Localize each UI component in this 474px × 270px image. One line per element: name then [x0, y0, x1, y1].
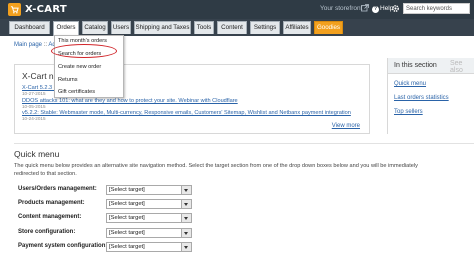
tab-catalog[interactable]: Catalog — [82, 21, 108, 34]
tab-affiliates[interactable]: Affiliates — [283, 21, 311, 34]
news-link[interactable]: v5.2.2: Stable: Webmaster mode, Multi-cu… — [22, 110, 351, 116]
breadcrumb-separator: :: — [43, 42, 48, 48]
quick-menu-label: Users/Orders management: — [18, 186, 97, 192]
chevron-down-icon — [181, 229, 191, 237]
products-select[interactable]: [Select target] — [106, 199, 192, 209]
highlight-circle — [51, 44, 117, 58]
menu-item-returns[interactable]: Returns — [58, 77, 78, 83]
sidebar-link-quick-menu[interactable]: Quick menu — [394, 81, 426, 87]
select-value: [Select target] — [109, 230, 145, 236]
tab-settings[interactable]: Settings — [250, 21, 280, 34]
tab-tools[interactable]: Tools — [194, 21, 214, 34]
breadcrumb: Main page :: Ad — [14, 42, 56, 48]
storefront-link[interactable]: Your storefront — [320, 5, 362, 12]
tab-goodies[interactable]: Goodies — [314, 21, 343, 34]
news-link[interactable]: DDOS attacks 101: what are they and how … — [22, 98, 238, 104]
tab-users[interactable]: Users — [111, 21, 131, 34]
tab-content[interactable]: Content — [217, 21, 247, 34]
news-item: v5.2.2: Stable: Webmaster mode, Multi-cu… — [22, 110, 351, 121]
users-orders-select[interactable]: [Select target] — [106, 185, 192, 195]
divider — [14, 143, 474, 144]
news-date: 10-05-2015 — [22, 104, 46, 109]
chevron-down-icon — [181, 214, 191, 222]
chevron-down-icon — [181, 186, 191, 194]
quick-menu-label: Store configuration: — [18, 229, 76, 235]
chevron-down-icon — [181, 200, 191, 208]
logo-text: X-CART — [25, 4, 67, 15]
news-date: 10-24-2015 — [22, 116, 46, 121]
tab-shipping-taxes[interactable]: Shipping and Taxes — [134, 21, 191, 34]
select-value: [Select target] — [109, 187, 145, 193]
view-more-link[interactable]: View more — [332, 123, 360, 129]
store-configuration-select[interactable]: [Select target] — [106, 228, 192, 238]
quick-menu-title: Quick menu — [14, 149, 60, 159]
in-this-section-panel: In this section See also Quick menu Last… — [387, 58, 474, 134]
quick-menu-description: The quick menu below provides an alterna… — [14, 163, 418, 177]
gear-icon[interactable] — [391, 4, 400, 15]
select-value: [Select target] — [109, 215, 145, 221]
select-value: [Select target] — [109, 244, 145, 250]
search-input[interactable]: Search keywords — [403, 3, 470, 14]
cart-icon — [8, 3, 21, 16]
news-item: DDOS attacks 101: what are they and how … — [22, 98, 238, 109]
logo[interactable]: X-CART — [8, 3, 67, 16]
news-title: X-Cart n — [22, 71, 54, 81]
quick-menu-label: Content management: — [18, 214, 82, 220]
breadcrumb-main-page[interactable]: Main page — [14, 42, 42, 48]
see-also-title: See also — [450, 60, 463, 74]
chevron-down-icon — [181, 243, 191, 251]
external-link-icon[interactable] — [361, 4, 369, 14]
select-value: [Select target] — [109, 201, 145, 207]
quick-menu-label: Payment system configuration: — [18, 243, 108, 249]
quick-menu-label: Products management: — [18, 200, 85, 206]
help-icon: ? — [372, 6, 379, 13]
menu-item-create-new-order[interactable]: Create new order — [58, 64, 101, 70]
menu-item-gift-certificates[interactable]: Gift certificates — [58, 89, 95, 95]
sidebar-link-last-orders-statistics[interactable]: Last orders statistics — [394, 95, 449, 101]
sidebar-link-top-sellers[interactable]: Top sellers — [394, 109, 423, 115]
tab-dashboard[interactable]: Dashboard — [9, 21, 50, 34]
payment-system-select[interactable]: [Select target] — [106, 242, 192, 252]
content-select[interactable]: [Select target] — [106, 213, 192, 223]
tab-orders[interactable]: Orders — [53, 21, 79, 36]
